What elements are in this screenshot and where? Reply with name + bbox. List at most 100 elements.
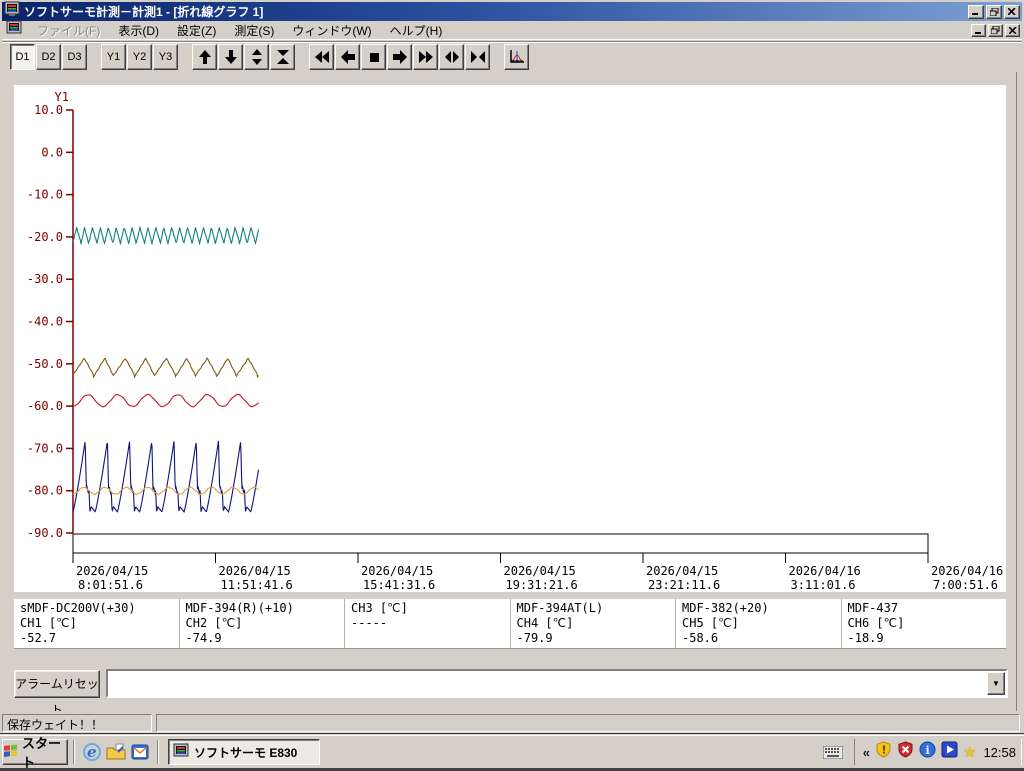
info-balloon-icon[interactable]: i: [919, 741, 936, 763]
minimize-button[interactable]: [968, 5, 984, 19]
tray-icons: « ! i ★ 12:58: [854, 739, 1022, 765]
ch1-name: sMDF-DC200V(+30): [20, 601, 179, 616]
d3-button[interactable]: D3: [62, 44, 87, 70]
status-bar: 保存ウェイト！！: [2, 711, 1022, 732]
ch3-label: CH3 [℃]: [351, 601, 510, 616]
alarm-combobox[interactable]: ▼: [106, 669, 1008, 698]
expand-horizontal-icon: [444, 49, 460, 65]
app-window: ソフトサーモ計測－計測1 - [折れ線グラフ 1] ファイル(F) 表示(D) …: [0, 0, 1024, 734]
ch6-value: -18.9: [848, 631, 1007, 646]
expand-vertical-button[interactable]: [244, 44, 269, 70]
svg-text:2026/04/15: 2026/04/15: [504, 564, 576, 578]
ch2-value: -74.9: [186, 631, 345, 646]
ch1-label: CH1 [℃]: [20, 616, 179, 631]
svg-text:7:00:51.6: 7:00:51.6: [933, 578, 998, 592]
scroll-down-button[interactable]: [218, 44, 243, 70]
scroll-up-button[interactable]: [192, 44, 217, 70]
step-back-button[interactable]: [335, 44, 360, 70]
toolbar: D1 D2 D3 Y1 Y2 Y3: [2, 41, 1022, 72]
compress-horizontal-button[interactable]: [465, 44, 490, 70]
app-icon: [173, 743, 189, 762]
ch2-label: CH2 [℃]: [186, 616, 345, 631]
graph-icon: [509, 49, 525, 65]
security-error-shield-icon[interactable]: [897, 741, 914, 763]
restore-button[interactable]: [986, 5, 1002, 19]
show-desktop-icon[interactable]: [104, 740, 128, 764]
tray-collapse-icon[interactable]: «: [863, 745, 870, 760]
ch2-name: MDF-394(R)(+10): [186, 601, 345, 616]
document-icon[interactable]: [6, 20, 22, 41]
outlook-icon[interactable]: [128, 740, 152, 764]
expand-horizontal-button[interactable]: [439, 44, 464, 70]
ch6-label: CH6 [℃]: [848, 616, 1007, 631]
legend-ch1: sMDF-DC200V(+30) CH1 [℃] -52.7: [14, 599, 179, 648]
graph-setup-button[interactable]: [504, 44, 529, 70]
y3-button[interactable]: Y3: [153, 44, 178, 70]
ch3-value: -----: [351, 616, 510, 631]
legend-ch3: CH3 [℃] -----: [344, 599, 510, 648]
arrow-left-icon: [340, 49, 356, 65]
d1-button[interactable]: D1: [10, 44, 35, 70]
svg-text:15:41:31.6: 15:41:31.6: [363, 578, 435, 592]
close-button[interactable]: [1004, 5, 1020, 19]
internet-explorer-icon[interactable]: e: [80, 740, 104, 764]
title-bar: ソフトサーモ計測－計測1 - [折れ線グラフ 1]: [2, 2, 1022, 21]
menu-bar: ファイル(F) 表示(D) 設定(Z) 測定(S) ウィンドウ(W) ヘルプ(H…: [2, 21, 1022, 40]
svg-text:2026/04/15: 2026/04/15: [76, 564, 148, 578]
stop-icon: [366, 49, 382, 65]
menu-window[interactable]: ウィンドウ(W): [283, 20, 380, 41]
expand-vertical-icon: [249, 49, 265, 65]
legend-ch4: MDF-394AT(L) CH4 [℃] -79.9: [510, 599, 676, 648]
security-alert-shield-icon[interactable]: !: [875, 741, 892, 763]
status-panel-empty: [156, 714, 1020, 732]
d2-button[interactable]: D2: [36, 44, 61, 70]
svg-text:i: i: [926, 744, 930, 757]
start-button[interactable]: スタート: [2, 739, 68, 765]
menu-help[interactable]: ヘルプ(H): [381, 20, 452, 41]
fast-forward-icon: [418, 49, 434, 65]
favorites-tray-icon[interactable]: ★: [963, 743, 976, 761]
compress-horizontal-icon: [470, 49, 486, 65]
mdi-minimize-button[interactable]: [971, 24, 986, 37]
media-player-tray-icon[interactable]: [941, 741, 958, 763]
rewind-button[interactable]: [309, 44, 334, 70]
channel-legend: sMDF-DC200V(+30) CH1 [℃] -52.7 MDF-394(R…: [14, 599, 1006, 649]
compress-vertical-icon: [275, 49, 291, 65]
svg-text:-40.0: -40.0: [27, 315, 63, 329]
menu-view[interactable]: 表示(D): [109, 20, 168, 41]
compress-vertical-button[interactable]: [270, 44, 295, 70]
svg-text:8:01:51.6: 8:01:51.6: [78, 578, 143, 592]
taskbar-clock[interactable]: 12:58: [981, 745, 1016, 760]
menu-settings[interactable]: 設定(Z): [168, 20, 225, 41]
legend-ch6: MDF-437 CH6 [℃] -18.9: [841, 599, 1007, 648]
svg-text:-20.0: -20.0: [27, 230, 63, 244]
menu-file[interactable]: ファイル(F): [28, 20, 109, 41]
alarm-row: アラームリセット ▼: [2, 662, 1022, 702]
fast-forward-button[interactable]: [413, 44, 438, 70]
arrow-up-icon: [197, 49, 213, 65]
mdi-restore-button[interactable]: [988, 24, 1003, 37]
mdi-close-button[interactable]: [1005, 24, 1020, 37]
line-chart: Y110.00.0-10.0-20.0-30.0-40.0-50.0-60.0-…: [14, 85, 1006, 592]
client-area: Y110.00.0-10.0-20.0-30.0-40.0-50.0-60.0-…: [2, 72, 1022, 711]
ch5-label: CH5 [℃]: [682, 616, 841, 631]
keyboard-layout-icon[interactable]: [820, 740, 846, 764]
svg-text:!: !: [882, 744, 887, 757]
alarm-reset-button[interactable]: アラームリセット: [14, 670, 100, 698]
svg-text:2026/04/15: 2026/04/15: [219, 564, 291, 578]
y2-button[interactable]: Y2: [127, 44, 152, 70]
windows-logo-icon: [3, 743, 19, 761]
combo-dropdown-button[interactable]: ▼: [987, 672, 1005, 695]
step-forward-button[interactable]: [387, 44, 412, 70]
y1-button[interactable]: Y1: [101, 44, 126, 70]
legend-ch2: MDF-394(R)(+10) CH2 [℃] -74.9: [179, 599, 345, 648]
stop-button[interactable]: [361, 44, 386, 70]
svg-text:3:11:01.6: 3:11:01.6: [791, 578, 856, 592]
chevron-down-icon: ▼: [992, 679, 1000, 688]
ch5-value: -58.6: [682, 631, 841, 646]
alarm-combo-value: [111, 674, 984, 693]
menu-measure[interactable]: 測定(S): [225, 20, 283, 41]
task-button-softthermo[interactable]: ソフトサーモ E830: [168, 739, 320, 765]
system-tray: « ! i ★ 12:58: [820, 739, 1022, 765]
svg-text:0.0: 0.0: [41, 145, 63, 159]
